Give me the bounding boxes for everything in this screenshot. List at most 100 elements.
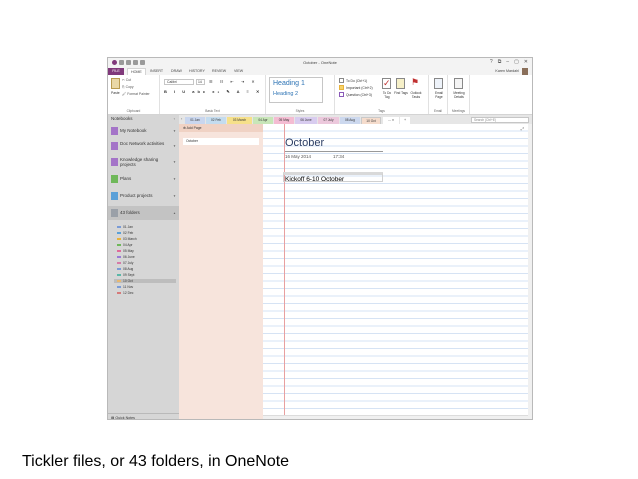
vertical-scrollbar[interactable] xyxy=(528,124,532,419)
margin-line xyxy=(284,124,285,415)
section-item[interactable]: 01 Jan xyxy=(117,225,133,229)
notebook-product-projects[interactable]: Product projects ▼ xyxy=(108,189,179,203)
quick-notes-button[interactable]: ▤ Quick Notes xyxy=(108,413,179,419)
tab-view[interactable]: VIEW xyxy=(234,68,243,75)
basic-text-group-label: Basic Text xyxy=(205,109,220,113)
notebook-knowledge-sharing[interactable]: Knowledge sharing projects ▼ xyxy=(108,155,179,169)
section-item[interactable]: 03 March xyxy=(117,237,137,241)
chevron-down-icon[interactable]: ▼ xyxy=(173,144,176,148)
section-item[interactable]: 12 Dec xyxy=(117,291,133,295)
email-page-button[interactable]: Email Page xyxy=(432,91,446,99)
find-tags-icon[interactable] xyxy=(396,78,405,89)
chevron-down-icon[interactable]: ▼ xyxy=(173,177,176,181)
section-tab[interactable]: 05 May xyxy=(274,117,294,124)
section-tab[interactable]: 07 July xyxy=(318,117,339,124)
minimize-icon[interactable]: – xyxy=(506,59,509,65)
add-section-icon[interactable]: + xyxy=(400,117,410,124)
flag-icon[interactable]: ⚑ xyxy=(411,78,420,89)
chevron-down-icon[interactable]: ▼ xyxy=(173,129,176,133)
section-item[interactable]: 07 July xyxy=(117,261,133,265)
notebook-plans[interactable]: Plans ▼ xyxy=(108,172,179,186)
section-tab[interactable]: 02 Feb xyxy=(206,117,226,124)
notebooks-header: Notebooks xyxy=(111,116,133,121)
close-icon[interactable]: ✕ xyxy=(524,59,528,65)
heading2-style[interactable]: Heading 2 xyxy=(273,91,298,97)
todo-tag-item[interactable]: To Do (Ctrl+1) xyxy=(339,78,367,83)
section-tab[interactable]: 08 Aug xyxy=(340,117,360,124)
section-color-icon xyxy=(117,274,121,276)
section-item[interactable]: 09 Sept xyxy=(117,273,134,277)
section-tab[interactable]: 06 June xyxy=(295,117,317,124)
important-tag-item[interactable]: Important (Ctrl+2) xyxy=(339,85,373,90)
note-text[interactable]: Kickoff 6-10 October xyxy=(285,176,344,183)
list-format-buttons[interactable]: ☰ ☷ ⇤ ⇥ ✕ xyxy=(209,79,258,84)
styles-gallery[interactable]: Heading 1 Heading 2 xyxy=(269,77,323,103)
search-input[interactable]: Search (Ctrl+E) xyxy=(471,117,529,123)
copy-button[interactable]: ⎘ Copy xyxy=(122,85,134,89)
section-item[interactable]: 08 Aug xyxy=(117,267,133,271)
chevron-up-icon[interactable]: ▲ xyxy=(173,211,176,215)
calendar-icon[interactable] xyxy=(454,78,463,89)
page-date: 16 May 2014 xyxy=(285,154,312,159)
todo-tag-button[interactable]: To Do Tag xyxy=(380,91,394,99)
envelope-icon[interactable] xyxy=(434,78,443,89)
tab-file[interactable]: FILE xyxy=(108,68,124,75)
section-item[interactable]: 11 Nov xyxy=(117,285,133,289)
notebook-icon xyxy=(111,209,118,217)
section-tab[interactable]: 01 Jan xyxy=(185,117,205,124)
notebook-43-folders[interactable]: 43 folders ▲ xyxy=(108,206,179,220)
collapse-pane-icon[interactable]: ‹ xyxy=(174,115,175,123)
section-color-icon xyxy=(117,232,121,234)
meeting-details-button[interactable]: Meeting Details xyxy=(452,91,466,99)
help-icon[interactable]: ? xyxy=(490,59,493,65)
question-icon xyxy=(339,92,344,97)
add-page-button[interactable]: ⊕ Add Page xyxy=(179,124,263,132)
section-tab[interactable]: 04 Apr xyxy=(253,117,273,124)
font-select[interactable]: Calibri xyxy=(164,79,194,85)
tags-group-label: Tags xyxy=(378,109,385,113)
back-arrow-icon[interactable]: ‹ xyxy=(181,116,182,121)
more-sections-icon[interactable]: ⋯ ▾ xyxy=(383,117,399,124)
page-title[interactable]: October xyxy=(285,137,324,149)
page-canvas[interactable]: ⤢ October 16 May 2014 17:34 Kickoff 6-10… xyxy=(263,124,528,415)
ribbon: Paste ✂ Cut ⎘ Copy 🖌 Format Painter Clip… xyxy=(108,75,532,115)
paste-icon[interactable] xyxy=(111,78,120,89)
maximize-icon[interactable]: ▢ xyxy=(514,59,519,65)
cut-button[interactable]: ✂ Cut xyxy=(122,78,131,82)
tab-insert[interactable]: INSERT xyxy=(150,68,163,75)
chevron-down-icon[interactable]: ▼ xyxy=(173,194,176,198)
styles-group: Heading 1 Heading 2 Styles xyxy=(266,75,335,114)
section-color-icon xyxy=(117,244,121,246)
find-tags-button[interactable]: Find Tags xyxy=(394,91,408,95)
section-item[interactable]: 06 June xyxy=(117,255,135,259)
notebook-doc-network[interactable]: Doc Network activities ▼ xyxy=(108,139,179,153)
font-size-select[interactable]: 14 xyxy=(196,79,205,85)
text-format-buttons[interactable]: B I U abc x₂ ✎ A ≡ ✕ xyxy=(164,89,262,94)
tab-draw[interactable]: DRAW xyxy=(171,68,182,75)
section-item[interactable]: 05 May xyxy=(117,249,134,253)
restore-ribbon-icon[interactable]: ⧉ xyxy=(498,59,502,65)
heading1-style[interactable]: Heading 1 xyxy=(273,80,305,87)
section-item[interactable]: 02 Feb xyxy=(117,231,133,235)
section-color-icon xyxy=(117,250,121,252)
section-tab-active[interactable]: 10 Oct xyxy=(361,117,381,124)
paste-button[interactable]: Paste xyxy=(111,91,120,95)
section-color-icon xyxy=(117,292,121,294)
outlook-tasks-button[interactable]: Outlook Tasks xyxy=(409,91,423,99)
notebook-icon xyxy=(111,127,118,135)
todo-tag-icon[interactable]: ✓ xyxy=(382,78,391,89)
tab-history[interactable]: HISTORY xyxy=(189,68,205,75)
section-item[interactable]: 04 Apr xyxy=(117,243,133,247)
horizontal-scrollbar[interactable] xyxy=(263,415,528,419)
page-item[interactable]: October xyxy=(183,138,259,145)
chevron-down-icon[interactable]: ▼ xyxy=(173,160,176,164)
user-account[interactable]: Karen Mardahl xyxy=(495,68,528,75)
expand-icon[interactable]: ⤢ xyxy=(521,126,524,131)
section-tab[interactable]: 03 March xyxy=(227,117,252,124)
notebook-my-notebook[interactable]: My Notebook ▼ xyxy=(108,124,179,138)
question-tag-item[interactable]: Question (Ctrl+3) xyxy=(339,92,372,97)
format-painter-button[interactable]: 🖌 Format Painter xyxy=(122,92,150,96)
section-item-selected[interactable]: 10 Oct xyxy=(114,279,176,283)
tab-review[interactable]: REVIEW xyxy=(212,68,226,75)
checkbox-icon xyxy=(339,78,344,83)
